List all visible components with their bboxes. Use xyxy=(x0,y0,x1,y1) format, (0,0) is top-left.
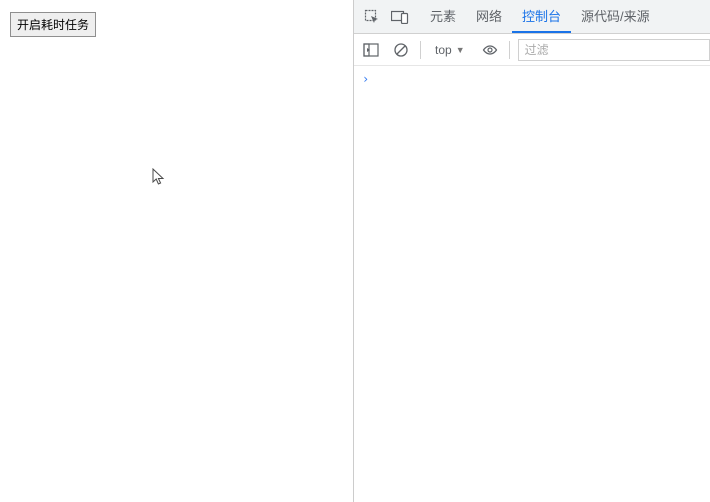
separator xyxy=(509,41,510,59)
console-context-selector[interactable]: top ▼ xyxy=(429,41,471,59)
tab-elements[interactable]: 元素 xyxy=(420,0,466,33)
mouse-cursor-icon xyxy=(152,168,166,186)
devtools-tabs: 元素 网络 控制台 源代码/来源 xyxy=(420,0,660,33)
app-root: 开启耗时任务 元素 网络 控制台 xyxy=(0,0,710,502)
devtools-panel: 元素 网络 控制台 源代码/来源 xyxy=(354,0,710,502)
tab-sources[interactable]: 源代码/来源 xyxy=(571,0,660,33)
console-prompt-icon: › xyxy=(362,72,369,86)
clear-console-icon[interactable] xyxy=(390,39,412,61)
device-toolbar-icon[interactable] xyxy=(386,3,414,31)
console-context-label: top xyxy=(435,43,452,57)
live-expression-icon[interactable] xyxy=(479,39,501,61)
console-output[interactable]: › xyxy=(354,66,710,502)
page-viewport: 开启耗时任务 xyxy=(0,0,354,502)
inspect-element-icon[interactable] xyxy=(358,3,386,31)
toggle-sidebar-icon[interactable] xyxy=(360,39,382,61)
tab-console[interactable]: 控制台 xyxy=(512,0,571,33)
console-toolbar: top ▼ xyxy=(354,34,710,66)
tab-network[interactable]: 网络 xyxy=(466,0,512,33)
devtools-tabstrip: 元素 网络 控制台 源代码/来源 xyxy=(354,0,710,34)
start-long-task-button[interactable]: 开启耗时任务 xyxy=(10,12,96,37)
separator xyxy=(420,41,421,59)
console-filter-input[interactable] xyxy=(518,39,710,61)
chevron-down-icon: ▼ xyxy=(456,45,465,55)
